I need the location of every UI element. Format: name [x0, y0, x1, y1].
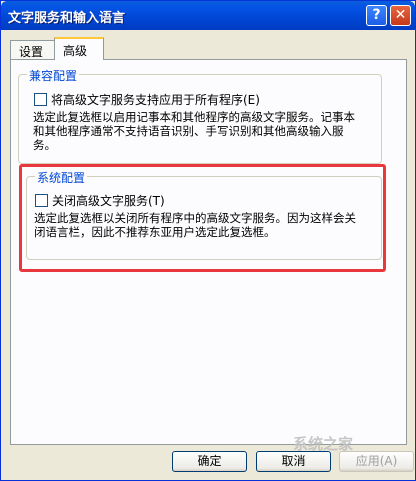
compat-group-title: 兼容配置 [27, 67, 80, 84]
help-button[interactable]: ? [366, 5, 387, 26]
compat-checkbox-label[interactable]: 将高级文字服务支持应用于所有程序(E) [51, 91, 260, 108]
system-group-title: 系统配置 [35, 169, 88, 186]
compat-description: 选定此复选框以启用记事本和其他程序的高级文字服务。记事本 和其他程序通常不支持语… [33, 110, 355, 152]
system-checkbox[interactable] [35, 194, 48, 207]
system-groupbox: 系统配置 关闭高级文字服务(T) 选定此复选框以关闭所有程序中的高级文字服务。因… [26, 169, 382, 260]
system-checkbox-label[interactable]: 关闭高级文字服务(T) [52, 192, 165, 209]
close-button[interactable]: ✕ [390, 5, 411, 26]
compat-checkbox-row[interactable]: 将高级文字服务支持应用于所有程序(E) [34, 91, 260, 108]
tab-advanced[interactable]: 高级 [54, 37, 104, 60]
compat-desc-line: 务。 [33, 138, 56, 152]
compat-groupbox: 兼容配置 将高级文字服务支持应用于所有程序(E) 选定此复选框以启用记事本和其他… [18, 67, 382, 164]
tab-settings[interactable]: 设置 [10, 40, 55, 59]
compat-desc-line: 选定此复选框以启用记事本和其他程序的高级文字服务。记事本 [33, 110, 355, 124]
apply-button[interactable]: 应用(A) [339, 451, 414, 472]
title-bar[interactable]: 文字服务和输入语言 ? ✕ [1, 1, 415, 30]
dialog-window: 文字服务和输入语言 ? ✕ 设置 高级 兼容配置 将高级文字服务支持应用于所有程… [0, 0, 416, 481]
window-title: 文字服务和输入语言 [8, 11, 126, 26]
ok-button[interactable]: 确定 [172, 451, 247, 472]
compat-desc-line: 和其他程序通常不支持语音识别、手写识别和其他高级输入服 [33, 124, 344, 138]
system-desc-line: 选定此复选框以关闭所有程序中的高级文字服务。因为这样会关 [34, 211, 356, 225]
system-desc-line: 闭语言栏，因此不推荐东亚用户选定此复选框。 [34, 225, 276, 239]
system-checkbox-row[interactable]: 关闭高级文字服务(T) [35, 192, 165, 209]
cancel-button[interactable]: 取消 [256, 451, 331, 472]
compat-checkbox[interactable] [34, 93, 47, 106]
system-description: 选定此复选框以关闭所有程序中的高级文字服务。因为这样会关 闭语言栏，因此不推荐东… [34, 211, 356, 239]
